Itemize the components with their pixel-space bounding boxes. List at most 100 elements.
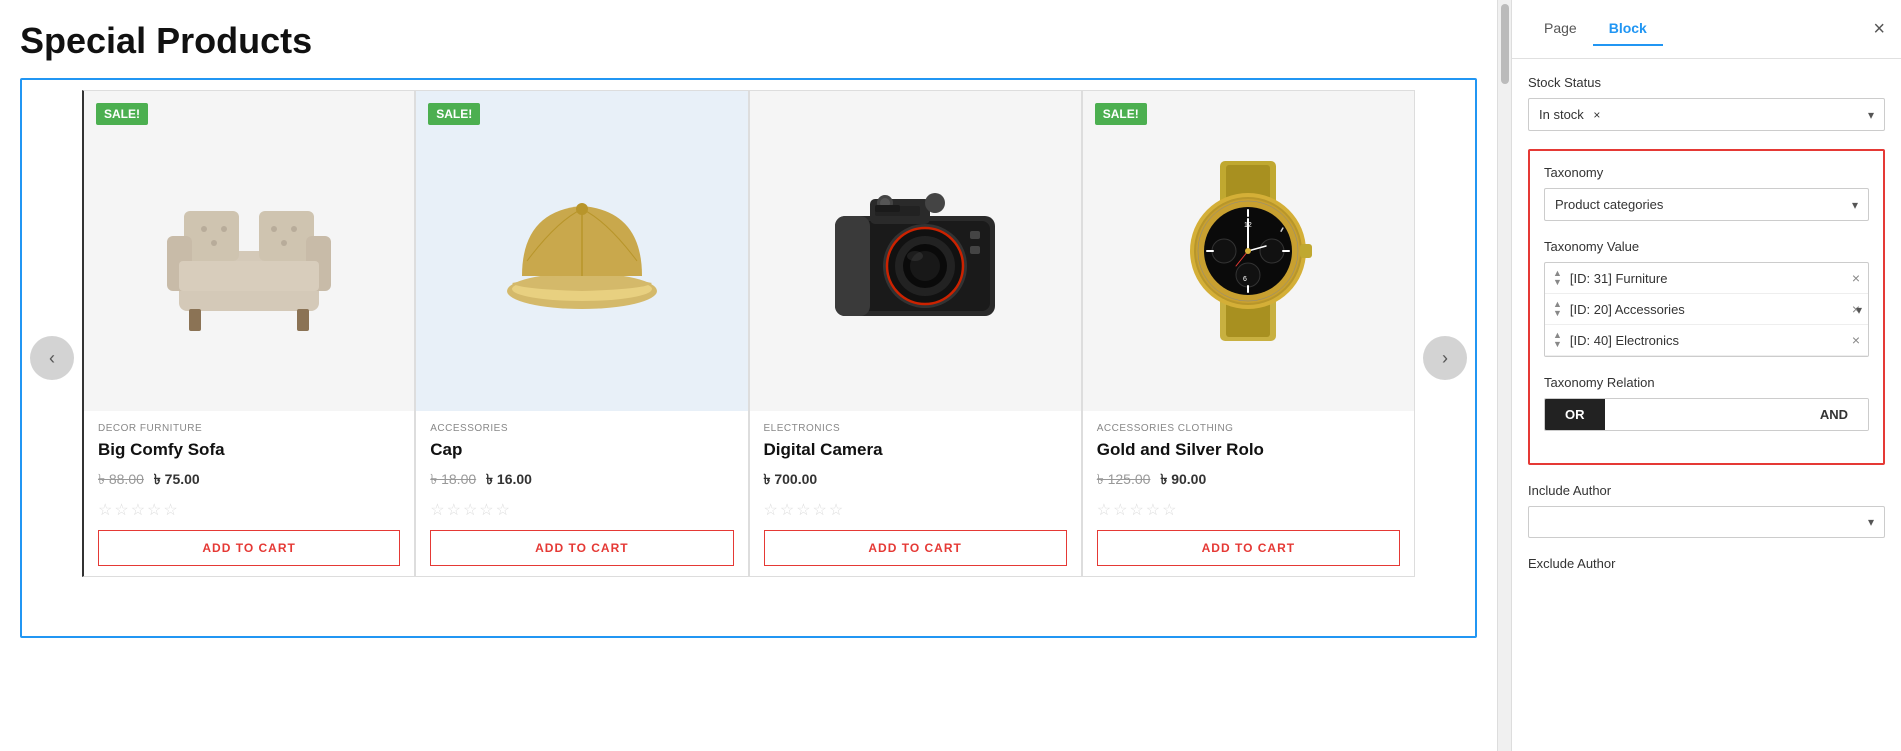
sort-arrows[interactable]: ▲ ▼ bbox=[1553, 269, 1562, 287]
product-price: ৳ 700.00 bbox=[764, 468, 1067, 492]
star-icon: ☆ bbox=[496, 500, 510, 520]
taxonomy-value-row: ▲ ▼ [ID: 31] Furniture × bbox=[1545, 263, 1868, 294]
star-icon: ☆ bbox=[1129, 500, 1143, 520]
product-image: SALE! bbox=[84, 91, 414, 411]
product-name: Big Comfy Sofa bbox=[98, 440, 400, 460]
tab-page[interactable]: Page bbox=[1528, 12, 1593, 46]
carousel-next-button[interactable]: › bbox=[1423, 336, 1467, 380]
star-icon: ☆ bbox=[163, 500, 177, 520]
add-to-cart-button[interactable]: ADD TO CART bbox=[98, 530, 400, 566]
product-stars: ☆ ☆ ☆ ☆ ☆ bbox=[98, 500, 400, 520]
price-sale: ৳ 75.00 bbox=[154, 471, 200, 487]
product-stars: ☆ ☆ ☆ ☆ ☆ bbox=[764, 500, 1067, 520]
add-to-cart-button[interactable]: ADD TO CART bbox=[430, 530, 733, 566]
product-stars: ☆ ☆ ☆ ☆ ☆ bbox=[430, 500, 733, 520]
products-grid: SALE! bbox=[82, 90, 1415, 577]
stock-tag: In stock × bbox=[1539, 107, 1600, 122]
taxonomy-select[interactable]: Product categories ▾ bbox=[1544, 188, 1869, 221]
star-icon: ☆ bbox=[1162, 500, 1176, 520]
page-title: Special Products bbox=[20, 20, 1477, 62]
exclude-author-label: Exclude Author bbox=[1528, 556, 1885, 571]
chevron-down-icon: ▾ bbox=[1868, 515, 1874, 529]
product-price: ৳ 125.00 ৳ 90.00 bbox=[1097, 468, 1400, 492]
star-icon: ☆ bbox=[780, 500, 794, 520]
taxonomy-value-text: Product categories bbox=[1555, 197, 1663, 212]
arrow-down-icon[interactable]: ▼ bbox=[1553, 309, 1562, 318]
add-to-cart-button[interactable]: ADD TO CART bbox=[764, 530, 1067, 566]
star-icon: ☆ bbox=[131, 500, 145, 520]
price-sale: ৳ 700.00 bbox=[764, 471, 818, 487]
sort-arrows[interactable]: ▲ ▼ bbox=[1553, 300, 1562, 318]
product-card: SALE! bbox=[1082, 90, 1415, 577]
panel-content: Stock Status In stock × ▾ Taxonomy Produ… bbox=[1512, 59, 1901, 751]
include-author-section: Include Author ▾ bbox=[1528, 483, 1885, 538]
product-card: SALE! bbox=[82, 90, 415, 577]
price-original: ৳ 18.00 bbox=[430, 471, 476, 487]
tag-remove-icon[interactable]: × bbox=[1852, 332, 1860, 348]
product-card: ELECTRONICS Digital Camera ৳ 700.00 ☆ ☆ … bbox=[749, 90, 1082, 577]
star-icon: ☆ bbox=[479, 500, 493, 520]
carousel-prev-button[interactable]: ‹ bbox=[30, 336, 74, 380]
product-image bbox=[750, 91, 1081, 411]
star-icon: ☆ bbox=[463, 500, 477, 520]
stock-status-label: Stock Status bbox=[1528, 75, 1885, 90]
price-original: ৳ 125.00 bbox=[1097, 471, 1151, 487]
taxonomy-value-label: Taxonomy Value bbox=[1544, 239, 1869, 254]
chevron-down-icon: ▾ bbox=[1868, 108, 1874, 122]
taxonomy-item-text: [ID: 40] Electronics bbox=[1570, 333, 1679, 348]
product-categories: DECOR FURNITURE bbox=[98, 423, 400, 434]
stock-status-section: Stock Status In stock × ▾ bbox=[1528, 75, 1885, 131]
product-info: ACCESSORIES CLOTHING Gold and Silver Rol… bbox=[1083, 411, 1414, 576]
panel-header: Page Block × bbox=[1512, 0, 1901, 59]
star-icon: ☆ bbox=[447, 500, 461, 520]
tag-remove-icon[interactable]: × bbox=[1852, 270, 1860, 286]
product-categories: ACCESSORIES CLOTHING bbox=[1097, 423, 1400, 434]
star-icon: ☆ bbox=[796, 500, 810, 520]
sale-badge: SALE! bbox=[96, 103, 148, 125]
arrow-down-icon[interactable]: ▼ bbox=[1553, 278, 1562, 287]
taxonomy-value-section: Taxonomy Value ▲ ▼ [ID: 31] Furniture × … bbox=[1544, 239, 1869, 357]
product-image: SALE! bbox=[1083, 91, 1414, 411]
svg-text:6: 6 bbox=[1243, 276, 1247, 283]
stock-tag-text: In stock bbox=[1539, 107, 1584, 122]
sale-badge: SALE! bbox=[1095, 103, 1147, 125]
add-to-cart-button[interactable]: ADD TO CART bbox=[1097, 530, 1400, 566]
main-area: Special Products ‹ SALE! bbox=[0, 0, 1497, 751]
close-button[interactable]: × bbox=[1873, 19, 1885, 39]
product-price: ৳ 18.00 ৳ 16.00 bbox=[430, 468, 733, 492]
arrow-down-icon[interactable]: ▼ bbox=[1553, 340, 1562, 349]
price-original: ৳ 88.00 bbox=[98, 471, 144, 487]
product-price: ৳ 88.00 ৳ 75.00 bbox=[98, 468, 400, 492]
star-icon: ☆ bbox=[1146, 500, 1160, 520]
stock-status-control[interactable]: In stock × ▾ bbox=[1528, 98, 1885, 131]
sort-arrows[interactable]: ▲ ▼ bbox=[1553, 331, 1562, 349]
stock-tag-remove[interactable]: × bbox=[1593, 108, 1600, 122]
product-info: ELECTRONICS Digital Camera ৳ 700.00 ☆ ☆ … bbox=[750, 411, 1081, 576]
sale-badge: SALE! bbox=[428, 103, 480, 125]
star-icon: ☆ bbox=[430, 500, 444, 520]
scroll-thumb[interactable] bbox=[1501, 4, 1509, 84]
taxonomy-relation-label: Taxonomy Relation bbox=[1544, 375, 1869, 390]
star-icon: ☆ bbox=[764, 500, 778, 520]
relation-and-button[interactable]: AND bbox=[1605, 399, 1869, 430]
carousel-wrapper: ‹ SALE! bbox=[20, 78, 1477, 638]
product-info: DECOR FURNITURE Big Comfy Sofa ৳ 88.00 ৳… bbox=[84, 411, 414, 576]
product-name: Gold and Silver Rolo bbox=[1097, 440, 1400, 460]
taxonomy-relation-row: OR AND bbox=[1544, 398, 1869, 431]
product-info: ACCESSORIES Cap ৳ 18.00 ৳ 16.00 ☆ ☆ ☆ ☆ … bbox=[416, 411, 747, 576]
product-categories: ELECTRONICS bbox=[764, 423, 1067, 434]
product-stars: ☆ ☆ ☆ ☆ ☆ bbox=[1097, 500, 1400, 520]
product-categories: ACCESSORIES bbox=[430, 423, 733, 434]
taxonomy-relation-section: Taxonomy Relation OR AND bbox=[1544, 375, 1869, 431]
taxonomy-item-text: [ID: 31] Furniture bbox=[1570, 271, 1668, 286]
include-author-label: Include Author bbox=[1528, 483, 1885, 498]
star-icon: ☆ bbox=[1097, 500, 1111, 520]
include-author-select[interactable]: ▾ bbox=[1528, 506, 1885, 538]
scroll-track[interactable] bbox=[1497, 0, 1511, 751]
taxonomy-value-row: ▲ ▼ [ID: 40] Electronics × bbox=[1545, 325, 1868, 356]
tab-block[interactable]: Block bbox=[1593, 12, 1663, 46]
cap-icon bbox=[492, 161, 672, 341]
product-card: SALE! bbox=[415, 90, 748, 577]
relation-or-button[interactable]: OR bbox=[1545, 399, 1605, 430]
svg-text:12: 12 bbox=[1244, 222, 1252, 229]
